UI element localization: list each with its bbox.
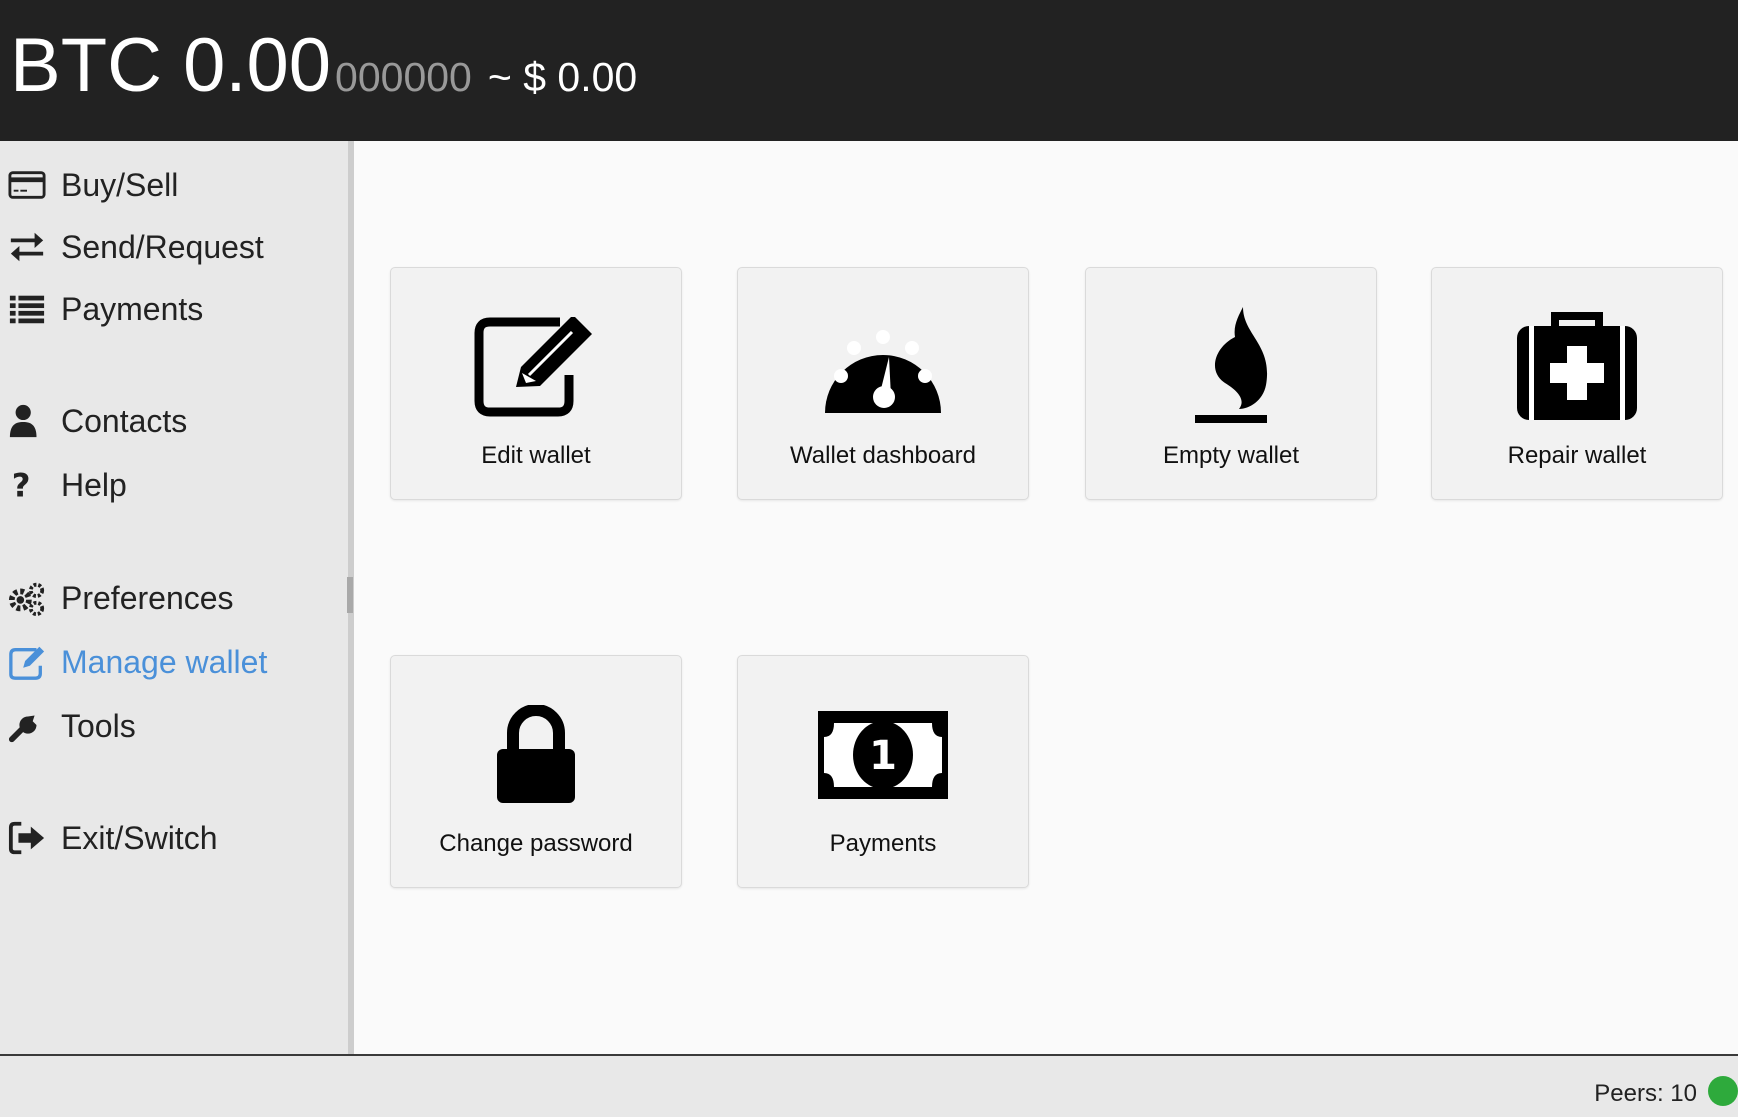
sidebar-item-exit-switch[interactable]: Exit/Switch <box>8 816 217 860</box>
fire-icon <box>1086 306 1376 428</box>
balance-small-digits: 000000 <box>335 54 472 100</box>
tile-label: Wallet dashboard <box>790 442 976 469</box>
tile-label: Change password <box>439 830 633 857</box>
sidebar-item-tools[interactable]: Tools <box>8 704 136 748</box>
sidebar-item-label: Exit/Switch <box>61 819 218 856</box>
lock-icon <box>391 694 681 816</box>
tile-label: Edit wallet <box>481 442 591 469</box>
svg-text:?: ? <box>12 466 31 504</box>
sidebar-item-label: Payments <box>61 290 204 327</box>
tile-label: Payments <box>829 830 937 857</box>
money-bill-icon: 1 <box>738 694 1028 816</box>
payments-button[interactable]: 1 Payments <box>737 655 1029 888</box>
status-bar: Peers: 10 <box>0 1054 1738 1117</box>
sidebar-item-label: Tools <box>61 707 136 744</box>
repair-wallet-button[interactable]: Repair wallet <box>1431 267 1723 500</box>
medkit-icon <box>1432 306 1722 428</box>
svg-text:1: 1 <box>869 733 897 779</box>
sidebar-item-label: Preferences <box>61 579 234 616</box>
sidebar-item-payments[interactable]: Payments <box>8 287 203 331</box>
wrench-icon <box>8 706 48 746</box>
sidebar-item-label: Send/Request <box>61 228 264 265</box>
sidebar-item-preferences[interactable]: Preferences <box>8 576 234 620</box>
sidebar-item-send-request[interactable]: Send/Request <box>8 225 264 269</box>
splitter-handle[interactable] <box>347 577 353 613</box>
sidebar-item-help[interactable]: ? Help <box>8 463 127 507</box>
balance-fiat: ~ $ 0.00 <box>487 54 638 100</box>
sign-out-icon <box>8 818 48 858</box>
sidebar-item-label: Help <box>61 466 127 503</box>
gears-icon <box>8 578 48 618</box>
edit-icon <box>391 306 681 428</box>
sidebar-item-buy-sell[interactable]: Buy/Sell <box>8 163 178 207</box>
exchange-arrows-icon <box>8 227 48 267</box>
edit-wallet-button[interactable]: Edit wallet <box>390 267 682 500</box>
sidebar-item-label: Manage wallet <box>61 643 268 680</box>
sidebar-item-label: Contacts <box>61 402 188 439</box>
user-icon <box>8 401 48 441</box>
list-icon <box>8 289 48 329</box>
balance-display: BTC 0.00000000 ~ $ 0.00 <box>10 28 637 104</box>
tile-label: Empty wallet <box>1162 442 1300 469</box>
sidebar-item-contacts[interactable]: Contacts <box>8 399 187 443</box>
sidebar-item-label: Buy/Sell <box>61 166 179 203</box>
empty-wallet-button[interactable]: Empty wallet <box>1085 267 1377 500</box>
tile-label: Repair wallet <box>1507 442 1647 469</box>
balance-header: BTC 0.00000000 ~ $ 0.00 <box>0 0 1738 141</box>
edit-icon <box>8 642 48 682</box>
dashboard-icon <box>738 306 1028 428</box>
question-icon: ? <box>8 465 48 505</box>
credit-card-icon <box>8 165 48 205</box>
peers-count: Peers: 10 <box>1594 1080 1697 1107</box>
peer-status-indicator <box>1708 1076 1738 1106</box>
wallet-dashboard-button[interactable]: Wallet dashboard <box>737 267 1029 500</box>
balance-main: BTC 0.00 <box>10 23 332 108</box>
change-password-button[interactable]: Change password <box>390 655 682 888</box>
sidebar-item-manage-wallet[interactable]: Manage wallet <box>8 640 267 684</box>
